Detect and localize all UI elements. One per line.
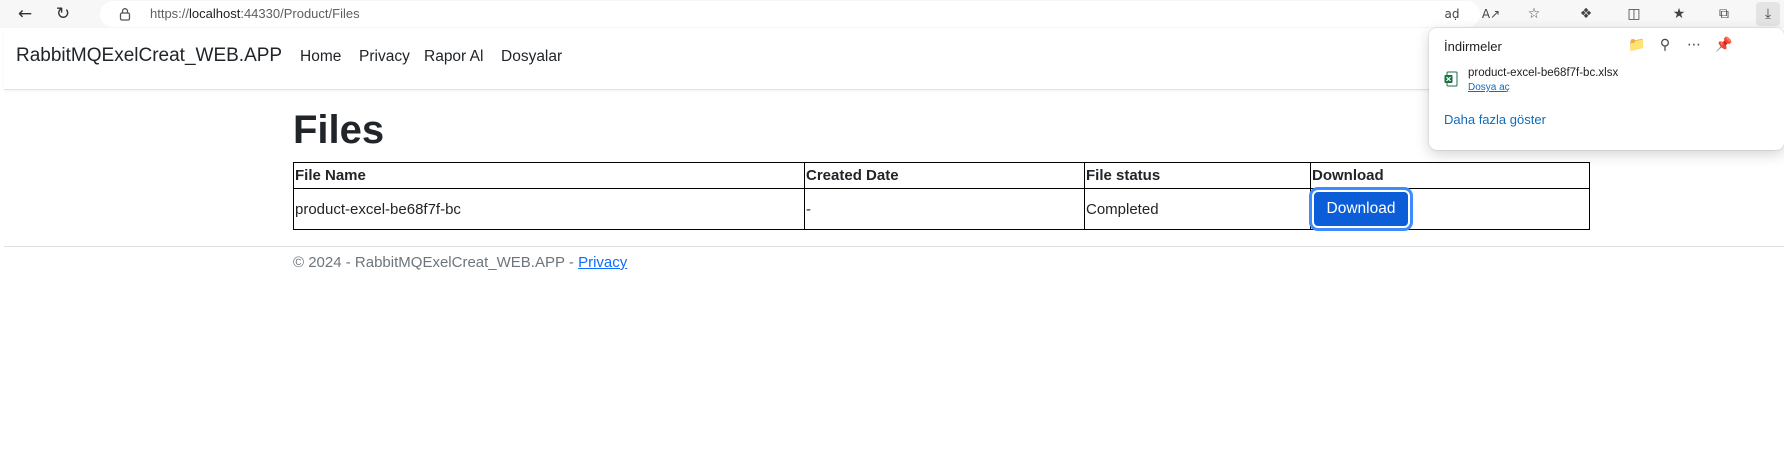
nav-link-home[interactable]: Home: [300, 48, 341, 66]
url-prefix: https://: [150, 6, 190, 21]
show-more-link[interactable]: Daha fazla göster: [1444, 112, 1546, 127]
favorites-list-icon[interactable]: ★: [1667, 2, 1691, 26]
translate-icon[interactable]: aḍ: [1440, 2, 1464, 26]
browser-toolbar: ← ↻ https://localhost:44330/Product/File…: [0, 0, 1784, 28]
more-options-icon[interactable]: ⋯: [1682, 33, 1706, 57]
page-title: Files: [293, 108, 385, 152]
back-arrow-icon[interactable]: ←: [13, 2, 37, 26]
search-icon[interactable]: ⚲: [1653, 33, 1677, 57]
footer-privacy-link[interactable]: Privacy: [578, 254, 627, 271]
pin-icon[interactable]: 📌: [1712, 33, 1736, 57]
url-path: :44330/Product/Files: [240, 6, 360, 21]
cell-download: Download: [1310, 188, 1590, 230]
cell-file-name: product-excel-be68f7f-bc: [293, 188, 805, 230]
navbar-brand[interactable]: RabbitMQExelCreat_WEB.APP: [16, 45, 282, 67]
nav-link-privacy[interactable]: Privacy: [359, 48, 410, 66]
footer-copyright: © 2024 - RabbitMQExelCreat_WEB.APP -: [293, 254, 579, 271]
open-file-link[interactable]: Dosya aç: [1468, 82, 1510, 93]
cell-file-status: Completed: [1084, 188, 1311, 230]
table-row: product-excel-be68f7f-bc - Completed Dow…: [293, 188, 1590, 230]
downloads-icon[interactable]: ⤓: [1756, 2, 1780, 26]
header-file-name: File Name: [293, 162, 805, 189]
excel-file-icon: [1444, 71, 1458, 87]
extensions-icon[interactable]: ❖: [1574, 2, 1598, 26]
url-host: localhost: [189, 6, 241, 21]
nav-link-rapor-al[interactable]: Rapor Al: [424, 48, 483, 66]
open-folder-icon[interactable]: 📁: [1625, 33, 1649, 57]
favorite-star-icon[interactable]: ☆: [1522, 2, 1546, 26]
address-bar[interactable]: https://localhost:44330/Product/Files: [100, 1, 1480, 27]
nav-link-dosyalar[interactable]: Dosyalar: [501, 48, 562, 66]
files-table: File Name Created Date File status Downl…: [293, 162, 1590, 230]
header-created-date: Created Date: [804, 162, 1085, 189]
cell-created-date: -: [804, 188, 1085, 230]
lock-icon[interactable]: [118, 7, 132, 21]
downloads-panel: İndirmeler 📁 ⚲ ⋯ 📌 product-excel-be68f7f…: [1429, 28, 1784, 150]
header-download: Download: [1310, 162, 1590, 189]
footer-text: © 2024 - RabbitMQExelCreat_WEB.APP - Pri…: [293, 254, 627, 271]
footer: © 2024 - RabbitMQExelCreat_WEB.APP - Pri…: [4, 246, 1784, 271]
split-screen-icon[interactable]: ◫: [1622, 2, 1646, 26]
download-button[interactable]: Download: [1312, 190, 1410, 228]
download-item-name[interactable]: product-excel-be68f7f-bc.xlsx: [1468, 67, 1618, 79]
url-text[interactable]: https://localhost:44330/Product/Files: [150, 6, 360, 21]
table-header-row: File Name Created Date File status Downl…: [293, 162, 1590, 189]
collections-icon[interactable]: ⧉: [1712, 2, 1736, 26]
refresh-icon[interactable]: ↻: [51, 2, 75, 26]
header-file-status: File status: [1084, 162, 1311, 189]
downloads-title: İndirmeler: [1444, 39, 1502, 54]
read-aloud-icon[interactable]: A↗: [1479, 2, 1503, 26]
